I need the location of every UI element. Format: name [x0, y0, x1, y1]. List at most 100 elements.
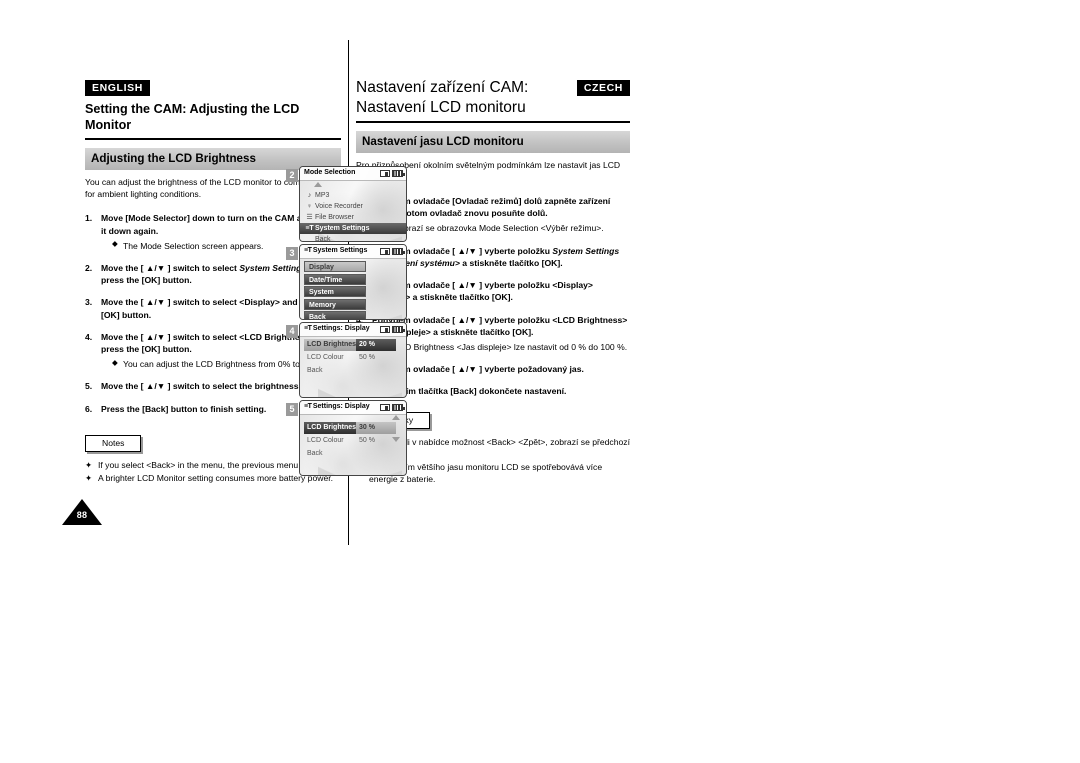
- chapter-title-line1: Nastavení zařízení CAM:: [356, 79, 529, 96]
- menu-item-date-time[interactable]: Date/Time: [304, 273, 366, 285]
- page-number: 88: [62, 499, 102, 525]
- lcd-status-icons: [379, 326, 405, 333]
- sub-item: ◆ LCD Brightness <Jas displeje> lze nast…: [383, 340, 630, 353]
- memory-card-icon: [379, 170, 390, 177]
- sub-text: LCD Brightness <Jas displeje> lze nastav…: [394, 341, 628, 352]
- step-text-post: a stiskněte tlačítko [OK].: [459, 257, 563, 268]
- step-number: 5.: [85, 381, 93, 392]
- lcd-screenshot-system-settings: 3 ≡T System Settings Display Date/Time Sy…: [286, 244, 409, 320]
- file-browser-icon: ☰: [306, 214, 313, 221]
- setting-row-lcd-colour[interactable]: LCD Colour 50 %: [304, 435, 406, 447]
- menu-item-voice-recorder[interactable]: ♀ Voice Recorder: [300, 201, 406, 212]
- setting-row-back[interactable]: Back: [304, 448, 406, 460]
- language-badge-czech: CZECH: [576, 80, 630, 97]
- lcd-title: ≡T Settings: Display: [304, 325, 370, 332]
- title-divider-english: [85, 138, 341, 141]
- diamond-bullet-icon: ◆: [112, 357, 118, 367]
- step-marker: 2: [286, 169, 298, 182]
- lcd-status-icons: [379, 170, 405, 177]
- step-text-italic: System Settings: [239, 262, 307, 273]
- setting-label: Back: [307, 450, 323, 457]
- settings-icon: ≡T: [304, 403, 312, 410]
- menu-item-back[interactable]: Back: [300, 234, 406, 242]
- sub-item: ◆ Zobrazí se obrazovka Mode Selection <V…: [383, 222, 630, 234]
- memory-card-icon: [379, 248, 390, 255]
- menu-item-label: Voice Recorder: [315, 203, 363, 210]
- step-sub-list: ◆ Zobrazí se obrazovka Mode Selection <V…: [372, 222, 630, 234]
- lcd-title-text: Settings: Display: [312, 403, 370, 410]
- step-sub-list: ◆ LCD Brightness <Jas displeje> lze nast…: [372, 340, 630, 353]
- menu-item-system[interactable]: System: [304, 286, 366, 297]
- lcd-status-icons: [379, 248, 405, 255]
- lcd-title-bar: ≡T Settings: Display: [300, 323, 406, 337]
- menu-item-back[interactable]: Back: [304, 311, 366, 319]
- cross-bullet-icon: ✦: [85, 459, 93, 470]
- lcd-screenshot-settings-display-20: 4 ≡T Settings: Display LCD Brightness20 %…: [286, 322, 409, 398]
- microphone-icon: ♀: [306, 203, 313, 210]
- lcd-title: ≡T Settings: Display: [304, 403, 370, 410]
- setting-row-back[interactable]: Back: [304, 365, 406, 377]
- note-text: A brighter LCD Monitor setting consumes …: [98, 473, 334, 484]
- menu-item-memory[interactable]: Memory: [304, 298, 366, 310]
- setting-label: LCD Brightness: [304, 339, 360, 351]
- memory-card-icon: [379, 326, 390, 333]
- lcd-screen: ≡T Settings: Display LCD Brightness20 % L…: [299, 322, 407, 398]
- chapter-title-english: Setting the CAM: Adjusting the LCD Monit…: [85, 102, 300, 133]
- lcd-title-bar: ≡T System Settings: [300, 245, 406, 259]
- menu-item-mp3[interactable]: ♪ MP3: [300, 190, 406, 201]
- memory-card-icon: [379, 404, 390, 411]
- chapter-title-line2: Nastavení LCD monitoru: [356, 98, 526, 116]
- sub-text: Zobrazí se obrazovka Mode Selection <Výb…: [394, 223, 604, 234]
- lcd-title-text: System Settings: [312, 247, 368, 254]
- settings-icon: ≡T: [304, 325, 312, 332]
- setting-value: 30 %: [356, 422, 396, 434]
- setting-row-lcd-brightness[interactable]: LCD Brightness20 %: [304, 339, 406, 351]
- scroll-up-arrow-icon[interactable]: [392, 415, 400, 420]
- lcd-status-icons: [379, 404, 405, 411]
- setting-row-lcd-colour[interactable]: LCD Colour 50 %: [304, 352, 406, 364]
- scroll-down-arrow-icon[interactable]: [392, 437, 400, 442]
- sub-text: The Mode Selection screen appears.: [123, 240, 264, 251]
- menu-item-label: File Browser: [315, 214, 354, 221]
- step-marker: 3: [286, 247, 298, 260]
- setting-label: Back: [307, 367, 323, 374]
- setting-value: 50 %: [359, 437, 375, 444]
- lcd-screen: ≡T Settings: Display LCD Brightness30 % L…: [299, 400, 407, 476]
- menu-item-system-settings[interactable]: ≡TSystem Settings: [300, 223, 406, 234]
- battery-icon: [392, 248, 405, 255]
- setting-value: 50 %: [359, 354, 375, 361]
- menu-item-file-browser[interactable]: ☰ File Browser: [300, 212, 406, 223]
- lcd-menu-body: LCD Brightness20 % LCD Colour 50 % Back: [300, 337, 406, 377]
- step-text-pre: Move the [ ▲/▼ ] switch to select: [101, 262, 240, 273]
- title-divider-czech: [356, 121, 630, 124]
- lcd-menu-body: LCD Brightness30 % LCD Colour 50 % Back: [300, 415, 406, 460]
- battery-icon: [392, 404, 405, 411]
- step-number: 2.: [85, 262, 93, 273]
- cross-bullet-icon: ✦: [85, 473, 93, 484]
- step-text: Pohybem ovladače [ ▲/▼ ] vyberte položku…: [372, 314, 628, 337]
- step-number: 4.: [85, 331, 93, 342]
- battery-icon: [392, 326, 405, 333]
- section-title-czech: Nastavení jasu LCD monitoru: [356, 131, 630, 153]
- lcd-screenshot-column: 2 Mode Selection ♪ MP3 ♀ Voice Recorder …: [286, 166, 409, 478]
- menu-item-label: Back: [315, 236, 331, 242]
- setting-label: LCD Brightness: [304, 422, 360, 434]
- notes-label-english: Notes: [85, 434, 142, 452]
- sub-text: You can adjust the LCD Brightness from 0…: [123, 359, 327, 370]
- setting-value: 20 %: [356, 339, 396, 351]
- battery-icon: [392, 170, 405, 177]
- manual-page: ENGLISH Setting the CAM: Adjusting the L…: [0, 0, 1080, 763]
- lcd-title-text: Settings: Display: [312, 325, 370, 332]
- step-marker: 4: [286, 325, 298, 338]
- setting-label: LCD Colour: [307, 437, 344, 444]
- setting-row-lcd-brightness[interactable]: LCD Brightness30 %: [304, 422, 406, 434]
- scroll-up-arrow-icon[interactable]: [314, 182, 322, 187]
- step-number: 3.: [85, 297, 93, 308]
- lcd-title-bar: ≡T Settings: Display: [300, 401, 406, 415]
- lcd-screen: ≡T System Settings Display Date/Time Syst…: [299, 244, 407, 320]
- menu-item-display[interactable]: Display: [304, 261, 366, 272]
- lcd-screenshot-mode-selection: 2 Mode Selection ♪ MP3 ♀ Voice Recorder …: [286, 166, 409, 242]
- lcd-screenshot-settings-display-30: 5 ≡T Settings: Display LCD Brightness30 %: [286, 400, 409, 476]
- lcd-title-bar: Mode Selection: [300, 167, 406, 181]
- step-marker: 5: [286, 403, 298, 416]
